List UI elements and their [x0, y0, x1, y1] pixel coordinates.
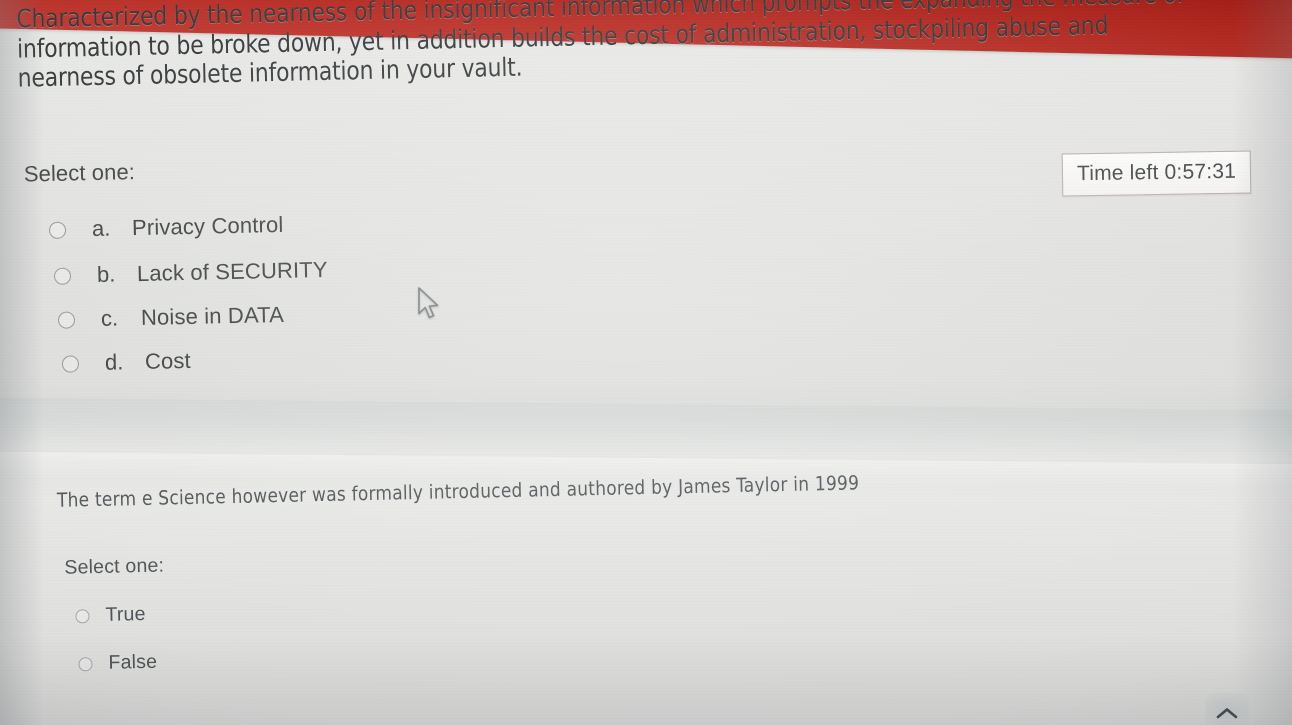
radio-button-b[interactable] [53, 267, 72, 285]
radio-button-true[interactable] [75, 608, 90, 623]
question-1-option-d[interactable]: d. Cost [61, 347, 192, 377]
time-left-badge: Time left 0:57:31 [1061, 150, 1252, 197]
option-a-label: Privacy Control [131, 211, 284, 241]
option-c-letter: c. [100, 305, 119, 331]
option-c-label: Noise in DATA [140, 301, 285, 330]
question-1-option-b[interactable]: b. Lack of SECURITY [53, 256, 328, 289]
question-2-select-prompt: Select one: [64, 554, 165, 579]
question-2-stem: The term e Science however was formally … [56, 471, 860, 512]
option-d-label: Cost [144, 347, 192, 374]
option-b-label: Lack of SECURITY [136, 256, 328, 287]
option-true-label: True [105, 602, 146, 626]
chevron-up-icon [1216, 708, 1238, 719]
radio-button-d[interactable] [61, 354, 80, 373]
question-2-option-true[interactable]: True [75, 603, 146, 628]
option-a-letter: a. [91, 215, 111, 242]
option-false-label: False [108, 650, 158, 674]
radio-button-a[interactable] [48, 221, 67, 239]
question-1-select-prompt: Select one: [23, 159, 136, 187]
radio-button-false[interactable] [78, 656, 93, 671]
radio-button-c[interactable] [57, 310, 76, 329]
question-1-stem: Characterized by the nearness of the ins… [16, 0, 1185, 94]
page-content: Characterized by the nearness of the ins… [0, 0, 1292, 725]
option-b-letter: b. [96, 261, 116, 287]
quiz-screenshot-photo: Characterized by the nearness of the ins… [0, 0, 1292, 725]
question-2-option-false[interactable]: False [78, 651, 157, 676]
question-1-option-c[interactable]: c. Noise in DATA [57, 301, 285, 333]
question-1-option-a[interactable]: a. Privacy Control [48, 211, 284, 243]
option-d-letter: d. [104, 349, 124, 375]
scroll-to-top-button[interactable] [1205, 693, 1249, 725]
